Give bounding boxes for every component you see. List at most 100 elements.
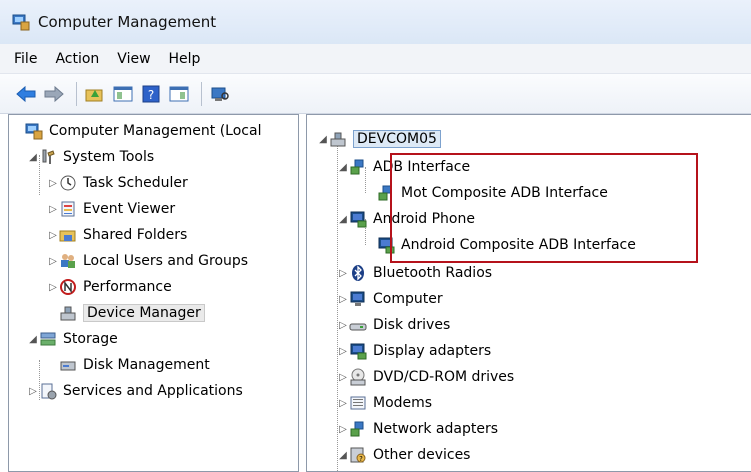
expanded-triangle-icon[interactable]: ◢: [317, 133, 329, 145]
tree-item-shared-folders[interactable]: ▷ Shared Folders: [47, 223, 187, 247]
performance-icon: [59, 278, 77, 296]
tree-item-label: Local Users and Groups: [83, 253, 249, 269]
collapsed-triangle-icon[interactable]: ▷: [337, 293, 349, 305]
expanded-triangle-icon[interactable]: ◢: [337, 213, 349, 225]
menu-action[interactable]: Action: [55, 51, 99, 67]
toolbar-separator: [201, 81, 202, 106]
device-category-dvd-cd-rom[interactable]: ▷ DVD/CD-ROM drives: [337, 365, 514, 389]
expander: [13, 125, 25, 137]
forward-button[interactable]: [42, 82, 66, 106]
device-label: Display adapters: [373, 343, 492, 359]
expanded-triangle-icon[interactable]: ◢: [27, 151, 39, 163]
console-tree-pane[interactable]: Computer Management (Local ◢ System Tool…: [8, 114, 299, 472]
collapsed-triangle-icon[interactable]: ▷: [47, 177, 59, 189]
action-pane-icon: [169, 86, 189, 101]
collapsed-triangle-icon[interactable]: ▷: [337, 345, 349, 357]
other-devices-icon: ?: [349, 446, 367, 464]
device-category-computer[interactable]: ▷ Computer: [337, 287, 443, 311]
tree-item-label: Task Scheduler: [83, 175, 188, 191]
device-category-display-adapters[interactable]: ▷ Display adapters: [337, 339, 491, 363]
storage-icon: [39, 330, 57, 348]
device-label: Disk drives: [373, 317, 451, 333]
device-category-adb-interface[interactable]: ◢ ADB Interface: [337, 155, 470, 179]
device-label: Other devices: [373, 447, 471, 463]
dvd-drive-icon: [349, 368, 367, 386]
device-mot-composite-adb[interactable]: Mot Composite ADB Interface: [377, 181, 608, 205]
device-label: DVD/CD-ROM drives: [373, 369, 515, 385]
device-tree-pane[interactable]: ◢ DEVCOM05 ◢ ADB Interface Mot Composite…: [306, 114, 751, 472]
tree-item-task-scheduler[interactable]: ▷ Task Scheduler: [47, 171, 188, 195]
tree-item-storage[interactable]: ◢ Storage: [27, 327, 118, 351]
collapsed-triangle-icon[interactable]: ▷: [47, 255, 59, 267]
computer-icon: [329, 130, 347, 148]
device-category-disk-drives[interactable]: ▷ Disk drives: [337, 313, 450, 337]
system-tools-icon: [39, 148, 57, 166]
device-label: Computer: [373, 291, 443, 307]
title-bar: Computer Management: [0, 0, 751, 44]
device-label: Modems: [373, 395, 433, 411]
computer-management-icon: [12, 13, 30, 31]
window-title: Computer Management: [38, 13, 217, 31]
tree-item-computer-management[interactable]: Computer Management (Local: [13, 119, 261, 143]
device-root-devcom05[interactable]: ◢ DEVCOM05: [317, 127, 441, 151]
tree-item-label: Shared Folders: [83, 227, 188, 243]
tree-item-local-users-groups[interactable]: ▷ Local Users and Groups: [47, 249, 248, 273]
collapsed-triangle-icon[interactable]: ▷: [47, 281, 59, 293]
collapsed-triangle-icon[interactable]: ▷: [47, 203, 59, 215]
menu-help[interactable]: Help: [169, 51, 201, 67]
toolbar: ?: [0, 74, 751, 114]
tree-item-label: System Tools: [63, 149, 155, 165]
svg-text:?: ?: [148, 88, 154, 102]
scan-hardware-button[interactable]: [208, 82, 232, 106]
menu-view[interactable]: View: [117, 51, 150, 67]
collapsed-triangle-icon[interactable]: ▷: [337, 371, 349, 383]
menu-bar: File Action View Help: [0, 44, 751, 74]
modem-icon: [349, 394, 367, 412]
help-button[interactable]: ?: [139, 82, 163, 106]
device-label: Network adapters: [373, 421, 498, 437]
collapsed-triangle-icon[interactable]: ▷: [337, 267, 349, 279]
expanded-triangle-icon[interactable]: ◢: [27, 333, 39, 345]
tree-item-event-viewer[interactable]: ▷ Event Viewer: [47, 197, 175, 221]
device-category-other-devices[interactable]: ◢ ? Other devices: [337, 443, 470, 467]
collapsed-triangle-icon[interactable]: ▷: [337, 397, 349, 409]
up-folder-button[interactable]: [83, 82, 107, 106]
collapsed-triangle-icon[interactable]: ▷: [27, 385, 39, 397]
computer-management-window: Computer Management File Action View Hel…: [0, 0, 751, 472]
tree-item-disk-management[interactable]: Disk Management: [59, 353, 210, 377]
device-label: DEVCOM05: [353, 130, 441, 148]
expanded-triangle-icon[interactable]: ◢: [337, 161, 349, 173]
collapsed-triangle-icon[interactable]: ▷: [47, 229, 59, 241]
display-adapter-icon: [349, 342, 367, 360]
tree-item-label: Event Viewer: [83, 201, 176, 217]
adb-device-icon: [377, 184, 395, 202]
tree-item-label: Computer Management (Local: [49, 123, 262, 139]
toolbar-separator: [76, 81, 77, 106]
tree-item-device-manager[interactable]: Device Manager: [59, 301, 205, 325]
collapsed-triangle-icon[interactable]: ▷: [337, 319, 349, 331]
console-tree-icon: [113, 86, 133, 101]
device-label: Mot Composite ADB Interface: [401, 185, 608, 201]
back-button[interactable]: [14, 82, 38, 106]
adb-interface-icon: [349, 158, 367, 176]
show-hide-tree-button[interactable]: [111, 82, 135, 106]
show-hide-action-pane-button[interactable]: [167, 82, 191, 106]
tree-item-label: Device Manager: [83, 304, 205, 322]
tree-item-services-applications[interactable]: ▷ Services and Applications: [27, 379, 243, 403]
device-category-bluetooth[interactable]: ▷ Bluetooth Radios: [337, 261, 492, 285]
collapsed-triangle-icon[interactable]: ▷: [337, 423, 349, 435]
expanded-triangle-icon[interactable]: ◢: [337, 449, 349, 461]
svg-text:?: ?: [359, 455, 363, 463]
event-viewer-icon: [59, 200, 77, 218]
device-category-android-phone[interactable]: ◢ Android Phone: [337, 207, 475, 231]
menu-file[interactable]: File: [14, 51, 37, 67]
device-android-composite-adb[interactable]: Android Composite ADB Interface: [377, 233, 636, 257]
forward-arrow-icon: [44, 85, 64, 102]
device-label: Android Composite ADB Interface: [401, 237, 636, 253]
tree-item-system-tools[interactable]: ◢ System Tools: [27, 145, 154, 169]
device-category-network-adapters[interactable]: ▷ Network adapters: [337, 417, 498, 441]
tree-item-performance[interactable]: ▷ Performance: [47, 275, 172, 299]
device-category-modems[interactable]: ▷ Modems: [337, 391, 432, 415]
folder-up-icon: [85, 89, 103, 101]
computer-management-icon: [25, 122, 43, 140]
